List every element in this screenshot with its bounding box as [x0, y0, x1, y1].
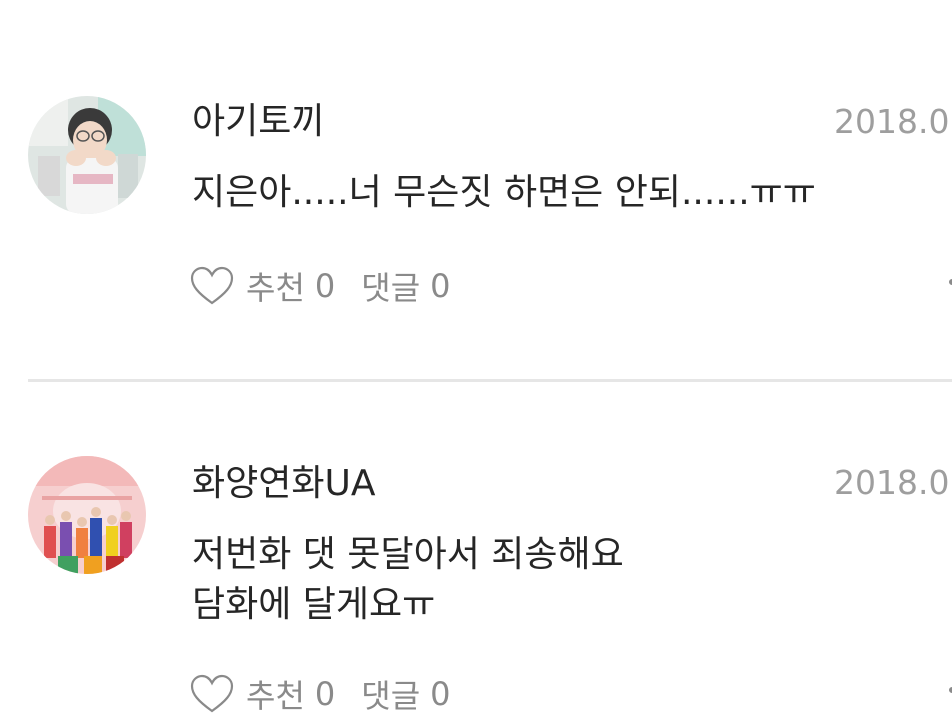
like-button[interactable]: 추천 0	[190, 671, 335, 717]
comment-text: 지은아.....너 무슨짓 하면은 안되......ㅠㅠ	[192, 172, 816, 213]
comment-username[interactable]: 아기토끼	[192, 100, 324, 144]
comment-actions: 추천 0 댓글 0	[190, 262, 451, 310]
reply-button[interactable]: 댓글 0	[361, 671, 450, 717]
avatar[interactable]	[28, 96, 146, 214]
like-label: 추천	[246, 269, 305, 307]
divider	[28, 379, 952, 382]
reply-count: 0	[430, 267, 451, 305]
comment-text: 저번화 댓 못달아서 죄송해요	[192, 534, 624, 575]
like-count: 0	[314, 267, 336, 305]
comment-text: 담화에 달게요ㅠ	[192, 584, 436, 625]
profile-photo-icon	[28, 96, 146, 214]
more-icon[interactable]	[940, 676, 952, 706]
reply-label: 댓글	[361, 677, 421, 715]
comment-actions: 추천 0 댓글 0	[190, 670, 451, 718]
group-photo-icon	[28, 456, 146, 574]
more-icon[interactable]	[940, 268, 952, 298]
heart-outline-icon[interactable]	[190, 266, 234, 306]
comment-date: 2018.01	[834, 102, 952, 141]
like-label: 추천	[246, 677, 305, 715]
reply-label: 댓글	[361, 269, 421, 307]
comment-username[interactable]: 화양연화UA	[192, 462, 375, 506]
like-count: 0	[314, 675, 336, 713]
comment-date: 2018.01	[834, 463, 952, 502]
like-button[interactable]: 추천 0	[190, 263, 335, 309]
heart-outline-icon[interactable]	[190, 674, 234, 714]
avatar[interactable]	[28, 456, 146, 574]
reply-button[interactable]: 댓글 0	[361, 263, 450, 309]
reply-count: 0	[430, 675, 451, 713]
